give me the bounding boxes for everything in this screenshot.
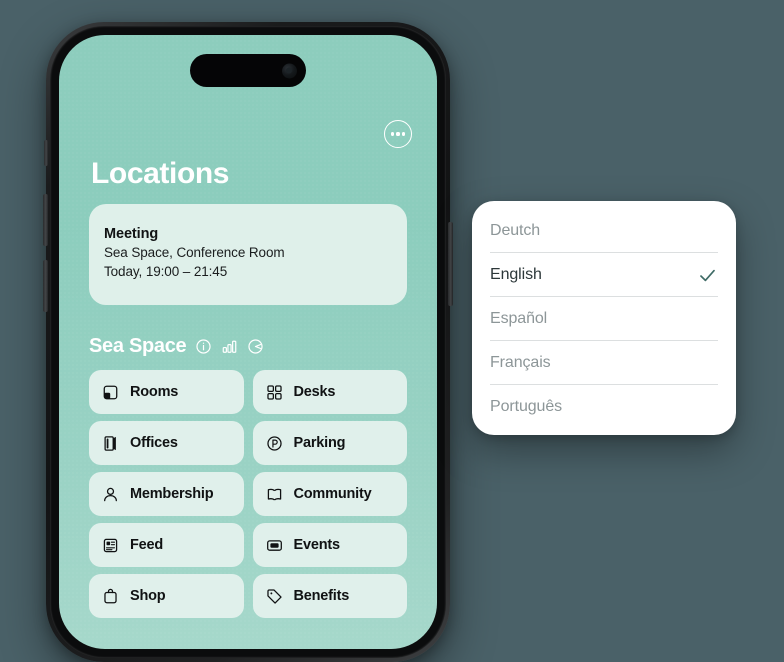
ellipsis-dot <box>390 132 394 136</box>
shopping-bag-icon <box>104 588 117 603</box>
tile-offices[interactable]: Offices <box>89 421 244 465</box>
section-title: Sea Space <box>89 335 187 357</box>
language-option-deutch[interactable]: Deutch <box>490 209 718 253</box>
section-header: Sea Space <box>89 335 264 358</box>
parking-icon <box>266 435 282 451</box>
meeting-title: Meeting <box>104 226 159 242</box>
tile-label: Offices <box>130 435 178 451</box>
ellipsis-icon[interactable] <box>384 120 412 148</box>
desks-icon <box>266 384 282 400</box>
tile-label: Community <box>293 486 372 502</box>
volume-up-button[interactable] <box>43 194 48 246</box>
tile-label: Membership <box>130 486 214 502</box>
language-label: Deutch <box>490 222 541 239</box>
tile-community[interactable]: Community <box>252 472 407 516</box>
volume-down-button[interactable] <box>43 260 48 312</box>
bar-chart-icon[interactable] <box>221 338 238 355</box>
phone-device-frame: Locations Meeting Sea Space, Conference … <box>43 22 453 662</box>
language-dropdown-menu: Deutch English Español Français Portuguê… <box>472 201 736 435</box>
tile-feed[interactable]: Feed <box>89 523 244 567</box>
tile-events[interactable]: Events <box>252 523 407 567</box>
tile-membership[interactable]: Membership <box>89 472 244 516</box>
ellipsis-dot <box>402 132 406 136</box>
language-label: Español <box>490 310 548 327</box>
tile-label: Rooms <box>130 384 179 400</box>
ellipsis-dot <box>396 132 400 136</box>
tile-label: Benefits <box>293 588 350 604</box>
checkmark-icon <box>700 269 715 281</box>
gauge-icon[interactable] <box>247 338 264 355</box>
language-option-english[interactable]: English <box>490 253 718 297</box>
info-circle-icon[interactable] <box>195 338 212 355</box>
tile-label: Feed <box>130 537 164 553</box>
tile-label: Shop <box>130 588 166 604</box>
person-icon <box>104 487 117 501</box>
tile-label: Desks <box>293 384 336 400</box>
tile-desks[interactable]: Desks <box>252 370 407 414</box>
language-label: Português <box>490 398 563 415</box>
power-button[interactable] <box>448 222 453 306</box>
open-book-icon <box>267 488 281 500</box>
language-label: English <box>490 266 542 283</box>
tile-parking[interactable]: Parking <box>252 421 407 465</box>
offices-door-icon <box>104 435 116 451</box>
dynamic-island <box>190 54 306 87</box>
feed-document-icon <box>103 538 118 552</box>
language-option-francais[interactable]: Français <box>490 341 718 385</box>
tile-label: Parking <box>293 435 346 451</box>
events-ticket-icon <box>266 539 282 551</box>
phone-screen: Locations Meeting Sea Space, Conference … <box>59 35 437 649</box>
tag-icon <box>266 588 282 604</box>
rooms-icon <box>103 385 118 399</box>
meeting-time: Today, 19:00 – 21:45 <box>104 263 228 279</box>
language-option-espanol[interactable]: Español <box>490 297 718 341</box>
meeting-card[interactable]: Meeting Sea Space, Conference Room Today… <box>89 204 407 305</box>
language-option-portugues[interactable]: Português <box>490 385 718 429</box>
tile-benefits[interactable]: Benefits <box>252 574 407 618</box>
language-label: Français <box>490 354 551 371</box>
page-title: Locations <box>91 157 230 190</box>
feature-tile-grid: Rooms Desks Offices Parking Membership C… <box>89 370 407 618</box>
tile-rooms[interactable]: Rooms <box>89 370 244 414</box>
meeting-location: Sea Space, Conference Room <box>104 245 285 260</box>
tile-shop[interactable]: Shop <box>89 574 244 618</box>
tile-label: Events <box>293 537 341 553</box>
mute-switch[interactable] <box>44 140 48 166</box>
front-camera-icon <box>282 63 297 78</box>
